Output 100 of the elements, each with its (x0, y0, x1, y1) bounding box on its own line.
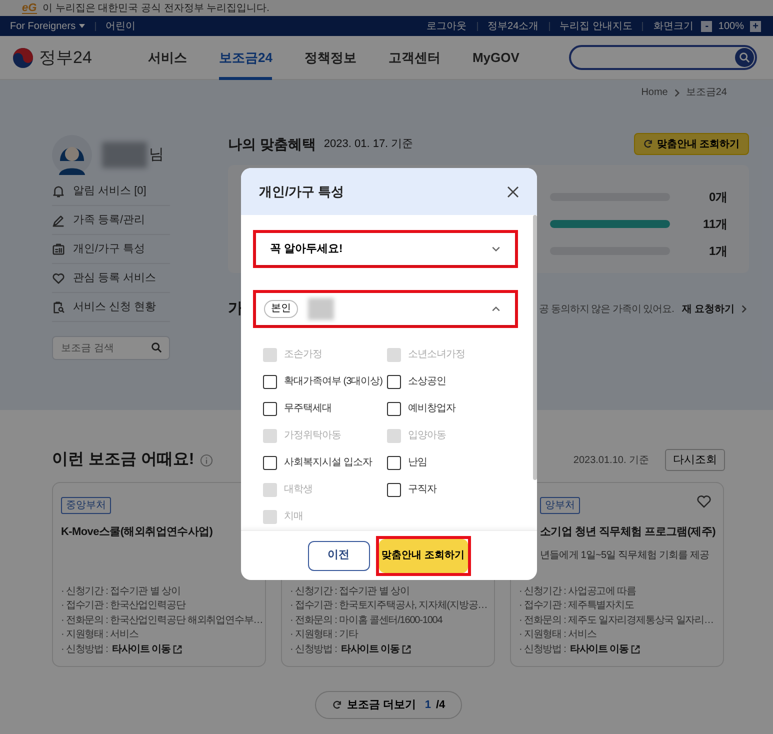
external-link-icon (631, 645, 640, 654)
bell-icon (52, 184, 65, 198)
checkbox[interactable] (387, 456, 401, 470)
card-detail: · 전화문의 : 한국산업인력공단 해외취업연수부… (61, 614, 263, 628)
card-title: 소기업 청년 직무체험 프로그램(제주) (540, 525, 716, 540)
card-detail: · 전화문의 : 제주도 일자리경제통상국 일자리… (519, 614, 714, 628)
egov-logo: eG (22, 2, 37, 14)
id-card-icon (52, 242, 65, 256)
nav-tab[interactable]: 정책정보 (304, 36, 356, 80)
heart-icon (52, 272, 65, 284)
utility-link[interactable]: For Foreigners (10, 18, 85, 34)
emblem-icon (12, 46, 34, 68)
checkbox[interactable] (387, 374, 401, 388)
utility-link[interactable]: 어린이 (106, 18, 136, 34)
sidebar-item[interactable]: 알림 서비스 [0] (52, 177, 170, 206)
search-icon (151, 342, 162, 353)
nav-tab[interactable]: 서비스 (148, 36, 187, 80)
previous-button[interactable]: 이전 (308, 540, 370, 570)
accordion-header[interactable]: 본인 (256, 293, 515, 325)
checkbox[interactable] (263, 374, 277, 388)
search-field[interactable] (569, 45, 757, 70)
sidebar-item[interactable]: 관심 등록 서비스 (52, 264, 170, 293)
clipboard-search-icon (52, 300, 65, 314)
checkbox-label[interactable]: 소상공인 (408, 374, 446, 389)
pencil-icon (52, 214, 65, 226)
site-link[interactable]: 타사이트 이동 (112, 642, 182, 657)
checkbox-label: 치매 (284, 510, 303, 524)
section-title: 나의 맞춤혜택 (228, 134, 316, 154)
lookup-button[interactable]: 맞춤안내 조회하기 (378, 538, 468, 572)
checkbox-label[interactable]: 사회복지시설 입소자 (284, 455, 372, 470)
notice-text: 이 누리집은 대한민국 공식 전자정부 누리집입니다. (42, 2, 270, 16)
count-text: 1개 (708, 242, 728, 260)
zoom-out-button[interactable]: - (701, 20, 712, 32)
checkbox-label[interactable]: 구직자 (408, 482, 436, 497)
category-badge: 중앙부처 (61, 497, 111, 514)
scrollbar[interactable] (533, 215, 537, 480)
chevron-up-icon (491, 304, 501, 314)
refresh-button[interactable]: 다시조회 (665, 449, 725, 471)
favorite-button[interactable] (697, 495, 711, 508)
checkbox-label[interactable]: 난임 (408, 455, 427, 470)
date-text: 2023.01.10. 기준 (573, 454, 649, 468)
accordion-header[interactable]: 꼭 알아두세요! (256, 233, 515, 265)
card-detail: · 신청기간 : 접수기관 별 상이 (290, 584, 410, 598)
name-suffix: 님 (149, 144, 164, 165)
sidebar-item[interactable]: 가족 등록/관리 (52, 206, 170, 235)
utility-link[interactable]: 누리집 안내지도 (560, 18, 632, 34)
external-link-icon (402, 645, 412, 654)
request-link[interactable]: 재 요청하기 (682, 302, 749, 316)
checkbox[interactable] (387, 482, 401, 496)
checkbox[interactable] (263, 456, 277, 470)
breadcrumb-link[interactable]: 보조금24 (686, 85, 727, 100)
sidebar-item[interactable]: 서비스 신청 현황 (52, 293, 170, 322)
checkbox-label[interactable]: 확대가족여부 (3대이상) (284, 374, 382, 389)
caret-down-icon (78, 24, 85, 28)
checkbox-label: 대학생 (284, 483, 312, 497)
breadcrumb-link[interactable]: Home (641, 85, 668, 100)
card-detail: · 신청기간 : 사업공고에 따름 (519, 584, 636, 598)
date-text: 2023. 01. 17. 기준 (324, 136, 414, 152)
site-logo[interactable]: 정부24 (12, 44, 148, 70)
category-badge: 앙부처 (540, 497, 580, 514)
heart-icon (697, 495, 711, 508)
count-text: 0개 (708, 188, 728, 206)
chevron-down-icon (491, 244, 501, 254)
sidebar-item[interactable]: 개인/가구 특성 (52, 235, 170, 264)
section-title: 이런 보조금 어때요! (52, 450, 194, 470)
card-detail: · 지원형태 : 서비스 (61, 628, 138, 642)
card-detail: · 신청방법 : 타사이트 이동 (61, 642, 182, 657)
checkbox-label: 가정위탁아동 (284, 429, 341, 443)
lookup-button[interactable]: 맞춤안내 조회하기 (634, 133, 749, 155)
card-detail: · 신청방법 : 타사이트 이동 (290, 642, 412, 657)
dialog-title: 개인/가구 특성 (259, 182, 344, 201)
info-icon (200, 454, 214, 466)
checkbox[interactable] (387, 402, 401, 416)
card-detail: · 지원형태 : 서비스 (519, 628, 596, 642)
checkbox-label[interactable]: 예비창업자 (408, 401, 456, 416)
search-icon (739, 52, 750, 63)
redacted-name (102, 142, 147, 168)
site-link[interactable]: 타사이트 이동 (570, 642, 640, 657)
checkbox-label: 조손가정 (284, 348, 322, 362)
card-detail: · 지원형태 : 기타 (290, 628, 358, 642)
card-detail: · 전화문의 : 마이홈 콜센터/1600-1004 (290, 614, 442, 628)
refresh-icon (642, 139, 653, 149)
count-text: 11개 (702, 216, 728, 232)
card-description: 년들에게 1일~5일 직무체험 기회를 제공 (540, 548, 710, 562)
checkbox[interactable] (263, 402, 277, 416)
checkbox-label[interactable]: 무주택세대 (284, 401, 332, 416)
refresh-icon (332, 700, 342, 710)
close-button[interactable] (507, 186, 519, 198)
zoom-value: 100% (718, 20, 744, 34)
notice-text: 공 동의하지 않은 가족이 있어요. (539, 302, 674, 316)
zoom-in-button[interactable]: + (750, 20, 761, 32)
utility-link[interactable]: 정부24소개 (488, 18, 539, 34)
card-detail: · 접수기관 : 한국산업인력공단 (61, 599, 186, 613)
person-badge: 본인 (264, 300, 298, 318)
nav-tab[interactable]: 고객센터 (388, 36, 440, 80)
site-link[interactable]: 타사이트 이동 (340, 642, 412, 657)
utility-link[interactable]: 로그아웃 (426, 18, 467, 34)
nav-tab[interactable]: MyGOV (472, 36, 520, 80)
more-button[interactable]: 보조금 더보기 1 /4 (314, 691, 462, 719)
checkbox-label: 소년소녀가정 (408, 348, 465, 362)
